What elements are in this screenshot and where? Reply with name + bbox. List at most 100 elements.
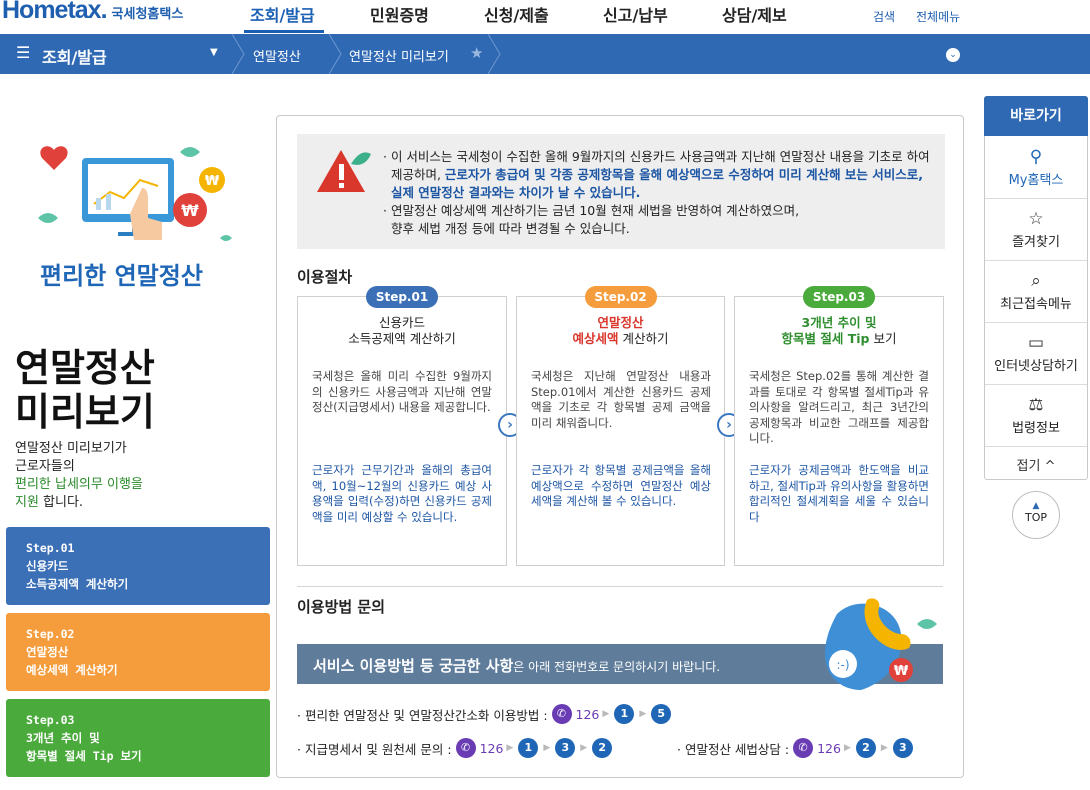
description-line: 편리한 납세의무 이행을	[15, 477, 143, 492]
arrow-icon: ▶	[543, 743, 551, 753]
nav-apply-submit[interactable]: 신청/제출	[484, 2, 549, 26]
quick-my-hometax[interactable]: ⚲ My홈택스	[985, 137, 1087, 199]
phone-icon: ✆	[455, 738, 476, 758]
description-line: 연말정산 미리보기가	[15, 441, 127, 456]
caret-down-icon[interactable]: ▼	[210, 47, 218, 58]
menu-number: 2	[855, 738, 876, 758]
notice-highlight: 근로자가 총급여 및 각종 공제항목을 올해 예상액으로 수정하여 미리 계산해…	[444, 167, 924, 182]
notice-paragraph-1: · 이 서비스는 국세청이 수집한 올해 9월까지의 신용카드 사용금액과 지난…	[383, 148, 933, 202]
step2-title: 연말정산 예상세액 계산하기	[517, 315, 724, 347]
description-line: 지원 합니다.	[15, 494, 143, 512]
svg-text:₩: ₩	[205, 174, 220, 189]
step-title-line: 신용카드	[378, 315, 425, 330]
all-menu-button[interactable]: ··· 전체메뉴	[916, 0, 961, 25]
step-title-line: 3개년 추이 및	[801, 315, 877, 330]
quick-label: 법령정보	[1012, 421, 1060, 436]
contact-line-usage: · 편리한 연말정산 및 연말정산간소화 이용방법 : ✆ 126 ▶ 1 ▶ …	[297, 704, 673, 724]
search-label: 검색	[873, 10, 896, 24]
contact-line-tax-consult: · 연말정산 세법상담 : ✆ 126 ▶ 2 ▶ 3	[677, 738, 915, 758]
recent-icon: ⌕	[1031, 271, 1041, 291]
step-label: Step.03	[26, 713, 75, 727]
page-title-line2: 미리보기	[15, 390, 155, 434]
logo-text: Hometax.	[2, 0, 108, 24]
step-title-line: 예상세액 계산하기	[517, 331, 724, 347]
svg-text:₩: ₩	[894, 664, 909, 679]
inquiry-title: 이용방법 문의	[297, 598, 386, 616]
svg-text:₩: ₩	[181, 201, 199, 220]
step-label: Step.01	[26, 541, 75, 555]
step-title-emphasis: 예상세액	[572, 331, 619, 346]
breadcrumb-year-end-settlement[interactable]: 연말정산	[253, 46, 301, 65]
nav-inquiry-issue[interactable]: 조회/발급	[250, 2, 315, 26]
notice-text: · 연말정산 예상세액 계산하기는 금년 10월 현재 세법을 반영하여 계산하…	[383, 203, 800, 218]
top-header: Hometax. 국세청홈택스 조회/발급 민원증명 신청/제출 신고/납부 상…	[0, 0, 1090, 34]
main-panel: · 이 서비스는 국세청이 수집한 올해 9월까지의 신용카드 사용금액과 지난…	[276, 115, 964, 778]
arrow-icon: ▶	[602, 709, 610, 719]
active-nav-underline	[244, 30, 324, 33]
procedure-step2-card: Step.02 연말정산 예상세액 계산하기 국세청은 지난해 연말정산 내용과…	[516, 286, 725, 566]
step-label: 3개년 추이 및	[26, 731, 100, 745]
quick-menu: 바로가기 ⚲ My홈택스 ☆ 즐겨찾기 ⌕ 최근접속메뉴 ▭ 인터넷상담하기 ⚖…	[984, 96, 1088, 480]
step1-pill: Step.01	[366, 286, 438, 308]
quick-fold-button[interactable]: 접기 ^	[985, 455, 1087, 474]
arrow-icon: ▶	[506, 743, 514, 753]
hometax-logo[interactable]: Hometax. 국세청홈택스	[2, 0, 183, 25]
svg-text::-): :-)	[836, 658, 849, 672]
step-title-text: 보기	[869, 331, 897, 346]
contact-label: · 편리한 연말정산 및 연말정산간소화 이용방법 :	[297, 707, 548, 723]
page-description: 연말정산 미리보기가 근로자들의 편리한 납세의무 이행을 지원 합니다.	[15, 440, 143, 512]
contact-line-withholding: · 지급명세서 및 원천세 문의 : ✆ 126 ▶ 1 ▶ 3 ▶ 2	[297, 738, 614, 758]
procedure-step1-card: Step.01 신용카드 소득공제액 계산하기 국세청은 올해 미리 수집한 9…	[297, 286, 507, 566]
step1-body-highlight: 근로자가 근무기간과 올해의 총급여액, 10월~12월의 신용카드 예상 사용…	[312, 463, 492, 524]
scroll-top-button[interactable]: ▲ TOP	[1012, 491, 1060, 539]
quick-label: My홈택스	[1008, 173, 1064, 188]
logo-subtitle: 국세청홈택스	[111, 7, 184, 22]
notice-text: 제공하며,	[390, 167, 445, 182]
left-step2-button[interactable]: Step.02 연말정산 예상세액 계산하기	[6, 613, 270, 691]
step-title-emphasis: 항목별 절세 Tip	[781, 331, 870, 346]
monitor-illustration: ₩ ₩	[38, 146, 232, 241]
banner-text: 서비스 이용방법 등 궁금한 사항은 아래 전화번호로 문의하시기 바랍니다.	[313, 655, 720, 676]
hamburger-icon[interactable]: ☰	[16, 43, 30, 62]
quick-online-consult[interactable]: ▭ 인터넷상담하기	[985, 323, 1087, 385]
quick-label: 인터넷상담하기	[994, 359, 1078, 374]
step-label: 연말정산	[26, 645, 69, 659]
chevron-down-icon[interactable]: ⌄	[946, 48, 960, 62]
location-menu-title[interactable]: 조회/발급	[42, 44, 107, 68]
all-menu-label: 전체메뉴	[916, 10, 961, 24]
gavel-icon: ⚖	[1028, 395, 1044, 415]
description-green-text: 지원	[15, 495, 39, 510]
left-step3-button[interactable]: Step.03 3개년 추이 및 항목별 절세 Tip 보기	[6, 699, 270, 777]
step-label: 항목별 절세 Tip 보기	[26, 749, 142, 763]
top-label: TOP	[1024, 511, 1047, 524]
nav-civil-certificate[interactable]: 민원증명	[370, 2, 429, 26]
step3-title: 3개년 추이 및 항목별 절세 Tip 보기	[735, 315, 943, 347]
phone-number: 126	[817, 740, 841, 756]
quick-recent-menu[interactable]: ⌕ 최근접속메뉴	[985, 261, 1087, 323]
phone-number: 126	[575, 706, 600, 722]
chevron-separator-icon	[328, 34, 342, 74]
arrow-icon: ▶	[880, 743, 888, 753]
step2-body: 국세청은 지난해 연말정산 내용과 Step.01에서 계산한 신용카드 공제액…	[531, 369, 711, 430]
nav-report-pay[interactable]: 신고/납부	[603, 2, 668, 26]
step1-body: 국세청은 올해 미리 수집한 9월까지의 신용카드 사용금액과 지난해 연말정산…	[312, 369, 492, 414]
contact-label: · 지급명세서 및 원천세 문의 :	[297, 741, 452, 757]
search-button[interactable]: ⌕ 검색	[873, 0, 896, 25]
step-title-line: 항목별 절세 Tip 보기	[735, 331, 943, 347]
favorite-star-icon[interactable]: ★	[470, 44, 483, 62]
caret-up-icon: ▲	[1032, 501, 1040, 511]
step-label: 소득공제액 계산하기	[26, 577, 129, 591]
banner-rest-text: 은 아래 전화번호로 문의하시기 바랍니다.	[513, 660, 721, 674]
quick-label: 즐겨찾기	[1012, 235, 1060, 250]
phone-number: 126	[479, 740, 504, 756]
menu-number: 5	[651, 704, 672, 724]
menu-number: 1	[518, 738, 539, 758]
breadcrumb-preview[interactable]: 연말정산 미리보기	[349, 46, 449, 65]
step3-body-highlight: 근로자가 공제금액과 한도액을 비교하고, 절세Tip과 유의사항을 활용하면 …	[749, 463, 929, 524]
quick-favorites[interactable]: ☆ 즐겨찾기	[985, 199, 1087, 261]
nav-consult-report[interactable]: 상담/제보	[722, 2, 787, 26]
banner-bold-text: 서비스 이용방법 등 궁금한 사항	[313, 657, 514, 675]
left-step1-button[interactable]: Step.01 신용카드 소득공제액 계산하기	[6, 527, 270, 605]
arrow-icon: ▶	[843, 743, 851, 753]
quick-law-info[interactable]: ⚖ 법령정보	[985, 385, 1087, 447]
